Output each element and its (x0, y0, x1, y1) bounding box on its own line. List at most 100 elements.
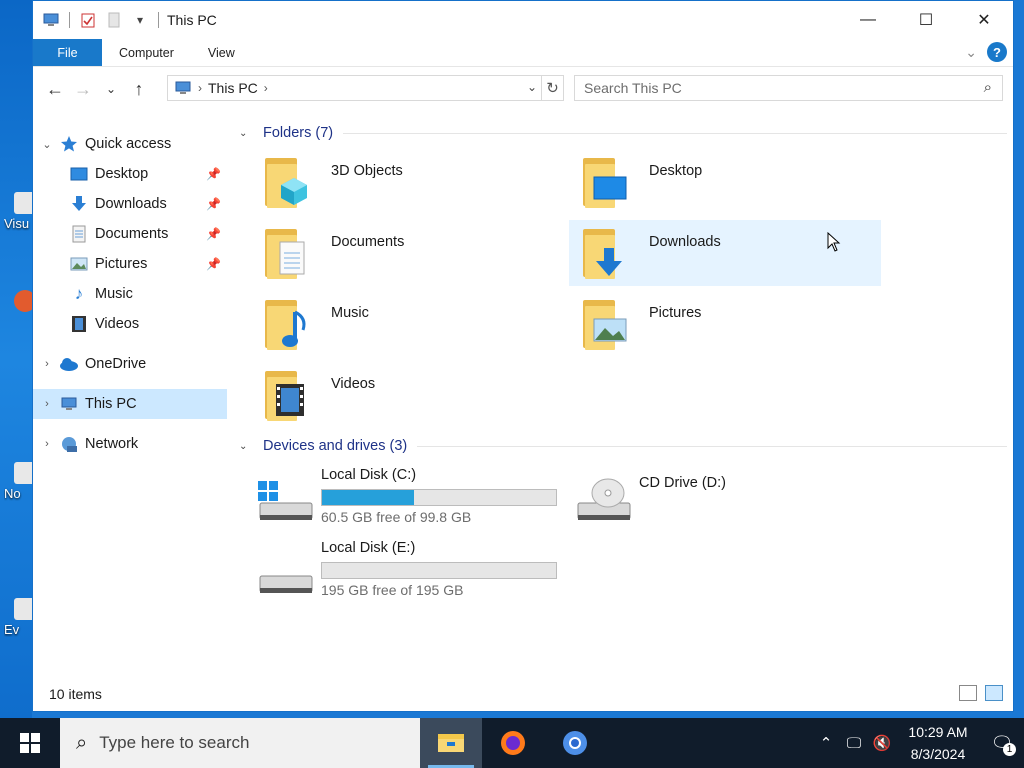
taskbar-file-explorer[interactable] (420, 718, 482, 768)
sidebar-item-onedrive[interactable]: › OneDrive (33, 349, 227, 379)
folder-pictures[interactable]: Pictures (551, 291, 863, 357)
computer-icon (59, 395, 79, 413)
desktop-shortcut-vscode[interactable]: Visu (4, 192, 32, 231)
drive-usage-fill (322, 490, 415, 505)
search-input[interactable]: Search This PC ⌕ (574, 75, 1003, 101)
folders-group-header[interactable]: ⌄ Folders (7) (233, 119, 1013, 147)
this-pc-icon (43, 12, 59, 28)
minimize-button[interactable]: — (839, 1, 897, 39)
tab-computer[interactable]: Computer (102, 39, 191, 66)
help-button[interactable]: ? (987, 42, 1007, 62)
up-button[interactable]: ↑ (125, 75, 153, 103)
sidebar-item-network[interactable]: › Network (33, 429, 227, 459)
drive-name: Local Disk (E:) (321, 540, 416, 556)
collapse-chevron-icon[interactable]: ⌄ (239, 441, 253, 452)
expand-chevron-icon[interactable]: ⌄ (35, 138, 59, 151)
network-icon[interactable]: 🖵 (840, 735, 868, 752)
sidebar-item-downloads[interactable]: Downloads 📌 (33, 189, 227, 219)
drive-e[interactable]: Local Disk (E:) 195 GB free of 195 GB (233, 540, 557, 610)
file-explorer-icon (438, 734, 464, 752)
windows-logo-icon (20, 733, 40, 753)
close-button[interactable]: ✕ (955, 1, 1013, 39)
expand-chevron-icon[interactable]: › (35, 358, 59, 370)
address-dropdown-chevron-icon[interactable]: ⌄ (527, 80, 537, 94)
breadcrumb-separator-icon[interactable]: › (264, 81, 268, 95)
folder-videos[interactable]: Videos (233, 362, 545, 428)
separator (158, 12, 159, 28)
details-view-button[interactable] (959, 685, 977, 701)
desktop: Visu No Ev (0, 0, 32, 718)
tab-view[interactable]: View (191, 39, 252, 66)
folder-documents-icon (261, 225, 317, 281)
sidebar-item-videos[interactable]: Videos (33, 309, 227, 339)
sidebar-item-desktop[interactable]: Desktop 📌 (33, 159, 227, 189)
maximize-button[interactable]: ☐ (897, 1, 955, 39)
notification-center-button[interactable]: 🗨 1 (980, 733, 1024, 756)
customize-toolbar-chevron-icon[interactable]: ▾ (132, 12, 148, 28)
volume-muted-icon[interactable]: 🔇 (868, 734, 896, 752)
sidebar-item-music[interactable]: ♪ Music (33, 279, 227, 309)
drive-usage-bar (321, 489, 557, 506)
expand-chevron-icon[interactable]: › (35, 398, 59, 410)
desktop-shortcut-event[interactable]: Ev (4, 598, 32, 637)
refresh-button[interactable]: ↻ (541, 76, 563, 100)
collapse-chevron-icon[interactable]: ⌄ (239, 128, 253, 139)
sidebar-item-label: OneDrive (85, 356, 147, 372)
search-icon: ⌕ (983, 79, 992, 96)
shortcut-icon (14, 290, 32, 312)
sidebar-item-quick-access[interactable]: ⌄ Quick access (33, 129, 227, 159)
drive-icon (259, 575, 313, 593)
folder-name: Videos (331, 376, 376, 392)
this-pc-icon (174, 81, 192, 95)
large-icons-view-button[interactable] (985, 685, 1003, 701)
taskbar-chromium[interactable] (544, 718, 606, 768)
drive-free-space: 195 GB free of 195 GB (321, 582, 464, 598)
folder-name: 3D Objects (331, 163, 403, 179)
sidebar-item-label: Documents (95, 226, 169, 242)
properties-icon[interactable] (80, 12, 96, 28)
start-button[interactable] (0, 718, 60, 768)
folder-music[interactable]: Music (233, 291, 545, 357)
drive-d[interactable]: CD Drive (D:) (551, 467, 863, 537)
show-hidden-icons-chevron-icon[interactable]: ⌃ (812, 734, 840, 752)
desktop-shortcut-label: No (4, 486, 21, 501)
ribbon-controls: ⌄ ? (965, 42, 1007, 62)
back-button[interactable]: ← (41, 75, 69, 103)
folder-downloads[interactable]: Downloads (569, 220, 881, 286)
folder-name: Downloads (649, 234, 721, 250)
navigation-bar: ← → ⌄ ↑ › This PC › ⌄ ↻ Search This PC ⌕ (33, 67, 1013, 111)
shortcut-icon (14, 598, 32, 620)
folder-3d-objects[interactable]: 3D Objects (233, 149, 545, 215)
sidebar-item-this-pc[interactable]: › This PC (33, 389, 227, 419)
expand-ribbon-chevron-icon[interactable]: ⌄ (965, 44, 977, 61)
folder-desktop[interactable]: Desktop (551, 149, 863, 215)
recent-locations-chevron-icon[interactable]: ⌄ (97, 75, 125, 103)
address-bar[interactable]: › This PC › ⌄ ↻ (167, 75, 564, 101)
sidebar-item-documents[interactable]: Documents 📌 (33, 219, 227, 249)
clock[interactable]: 10:29 AM 8/3/2024 (896, 721, 980, 765)
sidebar-item-label: Network (85, 436, 139, 452)
view-switcher (959, 685, 1003, 701)
drives-group-header[interactable]: ⌄ Devices and drives (3) (233, 432, 1013, 460)
expand-chevron-icon[interactable]: › (35, 438, 59, 450)
notification-count: 1 (1003, 742, 1016, 756)
ribbon: File Computer View ⌄ ? (33, 39, 1013, 67)
breadcrumb-this-pc[interactable]: This PC (208, 80, 258, 96)
search-placeholder: Search This PC (584, 80, 682, 96)
taskbar-firefox[interactable] (482, 718, 544, 768)
sidebar-item-label: This PC (85, 396, 137, 412)
desktop-shortcut-app[interactable] (4, 290, 32, 314)
sidebar-item-label: Desktop (95, 166, 149, 182)
new-folder-icon[interactable] (106, 12, 122, 28)
windows-drive-icon (258, 481, 313, 520)
folder-documents[interactable]: Documents (233, 220, 545, 286)
desktop-shortcut-notepad[interactable]: No (4, 462, 32, 501)
drive-c[interactable]: Local Disk (C:) 60.5 GB free of 99.8 GB (233, 467, 557, 537)
sidebar-item-pictures[interactable]: Pictures 📌 (33, 249, 227, 279)
folder-name: Documents (331, 234, 405, 250)
folder-3d-objects-icon (261, 154, 317, 210)
breadcrumb-separator-icon[interactable]: › (198, 81, 202, 95)
taskbar-search-box[interactable]: ⌕ Type here to search (60, 718, 420, 768)
forward-button[interactable]: → (69, 75, 97, 103)
tab-file[interactable]: File (33, 39, 102, 66)
